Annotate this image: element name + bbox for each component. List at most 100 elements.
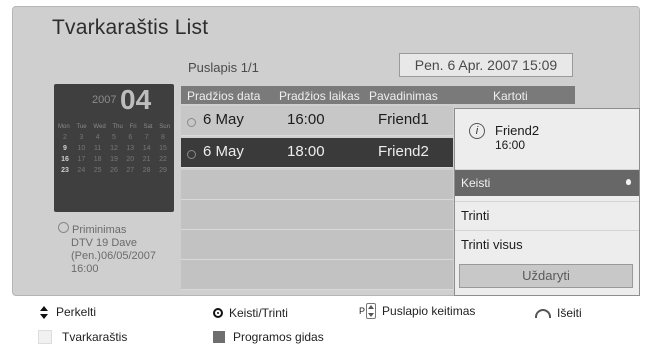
reminder-date: (Pen.)06/05/2007 — [71, 250, 157, 262]
help-move-label: Perkelti — [56, 305, 97, 319]
calendar-day: 18 — [93, 156, 102, 163]
calendar-week: 9 10 11 12 13 14 15 — [58, 145, 170, 156]
reminder-info: Priminimas DTV 19 Dave (Pen.)06/05/2007 … — [58, 222, 156, 276]
calendar-day: 24 — [77, 167, 86, 174]
help-page-change-label: Puslapio keitimas — [382, 304, 476, 318]
help-edit-delete-label: Keisti/Trinti — [229, 306, 288, 320]
column-name: Pavadinimas — [369, 89, 438, 103]
options-popup: i Friend2 16:00 Keisti Trinti Trinti vis… — [454, 108, 640, 296]
help-exit: Išeiti — [535, 306, 582, 320]
weekday: Fri — [129, 124, 137, 130]
option-edit-label: Keisti — [461, 176, 491, 190]
calendar-day: 5 — [112, 134, 116, 141]
calendar-day: 14 — [142, 145, 151, 152]
table-row-empty — [181, 170, 453, 200]
calendar-day: 4 — [95, 134, 100, 141]
calendar-day: 7 — [144, 134, 149, 141]
close-button[interactable]: Uždaryti — [459, 264, 633, 288]
help-move: Perkelti — [40, 305, 96, 319]
calendar-day: 19 — [110, 156, 118, 163]
clock-icon — [187, 118, 196, 127]
back-icon — [535, 308, 551, 318]
schedule-table: Pradžios data Pradžios laikas Pavadinima… — [181, 86, 575, 292]
calendar-day: 3 — [79, 134, 84, 141]
reminder-title-line: Priminimas — [58, 222, 156, 237]
option-delete-all[interactable]: Trinti visus — [455, 230, 639, 257]
calendar-year: 2007 — [92, 94, 117, 106]
calendar-day: 21 — [142, 156, 151, 163]
row-time: 16:00 — [287, 111, 325, 128]
calendar-day: 13 — [126, 145, 135, 152]
table-row-selected[interactable]: 6 May 18:00 Friend2 — [181, 138, 453, 168]
weekday: Mon — [58, 124, 70, 130]
calendar-day: 26 — [110, 167, 118, 174]
popup-info: i Friend2 16:00 — [455, 109, 639, 169]
calendar-day: 10 — [77, 145, 86, 152]
white-key-icon — [38, 330, 52, 344]
table-row[interactable]: 6 May 16:00 Friend1 — [181, 106, 453, 136]
calendar-day: 12 — [110, 145, 118, 152]
option-edit[interactable]: Keisti — [455, 169, 639, 196]
calendar-grid: 2 3 4 5 6 7 8 9 10 11 12 13 14 15 16 17 … — [58, 134, 170, 178]
ok-button-icon — [213, 308, 223, 318]
calendar-day: 20 — [126, 156, 135, 163]
table-row-empty — [181, 200, 453, 230]
row-name: Friend2 — [378, 143, 429, 160]
calendar-widget: 2007 04 Mon Tue Wed Thu Fri Sat Sun 2 3 … — [54, 84, 174, 212]
up-down-arrow-icon — [40, 305, 48, 319]
page-indicator: Puslapis 1/1 — [188, 60, 259, 75]
calendar-weekdays: Mon Tue Wed Thu Fri Sat Sun — [58, 124, 170, 130]
page-up-down-icon: P — [359, 303, 377, 319]
weekday: Thu — [112, 124, 123, 130]
calendar-day: 6 — [128, 134, 133, 141]
reminder-channel: DTV 19 Dave — [71, 237, 138, 249]
table-header: Pradžios data Pradžios laikas Pavadinima… — [181, 86, 575, 104]
calendar-week: 16 17 18 19 20 21 22 — [58, 156, 170, 167]
calendar-day: 28 — [142, 167, 151, 174]
reminder-label: Priminimas — [72, 224, 127, 236]
column-start-time: Pradžios laikas — [279, 89, 360, 103]
calendar-day: 15 — [159, 145, 167, 152]
option-delete[interactable]: Trinti — [455, 201, 639, 228]
help-program-guide-label: Programos gidas — [233, 330, 324, 344]
cursor-icon — [626, 179, 631, 185]
clock-icon — [58, 222, 69, 233]
row-name: Friend1 — [378, 111, 429, 128]
gray-key-icon — [213, 331, 225, 343]
row-date: 6 May — [203, 111, 244, 128]
popup-program-name: Friend2 — [495, 123, 540, 138]
footer-help-bar: Perkelti Keisti/Trinti P Puslapio keitim… — [0, 296, 646, 350]
help-program-guide: Programos gidas — [213, 330, 324, 344]
row-time: 18:00 — [287, 143, 325, 160]
table-row-empty — [181, 230, 453, 260]
weekday: Wed — [93, 124, 106, 130]
table-row-empty — [181, 260, 453, 290]
current-datetime: Pen. 6 Apr. 2007 15:09 — [399, 53, 573, 77]
calendar-day: 2 — [63, 134, 67, 141]
calendar-day: 23 — [61, 167, 69, 174]
help-edit-delete: Keisti/Trinti — [213, 306, 288, 320]
row-date: 6 May — [203, 143, 244, 160]
calendar-day: 8 — [161, 134, 165, 141]
help-page-change: P Puslapio keitimas — [359, 303, 475, 319]
clock-icon — [187, 150, 196, 159]
calendar-day: 29 — [159, 167, 167, 174]
screen: Tvarkaraštis List Puslapis 1/1 Pen. 6 Ap… — [0, 0, 646, 350]
reminder-time: 16:00 — [71, 263, 99, 275]
calendar-week: 23 24 25 26 27 28 29 — [58, 167, 170, 178]
weekday: Tue — [76, 124, 87, 130]
page-title: Tvarkaraštis List — [52, 16, 209, 39]
calendar-day: 16 — [61, 156, 69, 163]
calendar-week: 2 3 4 5 6 7 8 — [58, 134, 170, 145]
weekday: Sun — [159, 124, 170, 130]
help-schedule: Tvarkaraštis — [38, 330, 127, 344]
help-exit-label: Išeiti — [557, 306, 582, 320]
help-schedule-label: Tvarkaraštis — [62, 330, 128, 344]
calendar-month: 04 — [120, 84, 152, 115]
calendar-day: 22 — [159, 156, 167, 163]
info-icon: i — [469, 123, 485, 139]
calendar-day: 11 — [94, 145, 102, 152]
weekday: Sat — [143, 124, 153, 130]
calendar-day: 17 — [77, 156, 86, 163]
calendar-day: 9 — [63, 145, 67, 152]
